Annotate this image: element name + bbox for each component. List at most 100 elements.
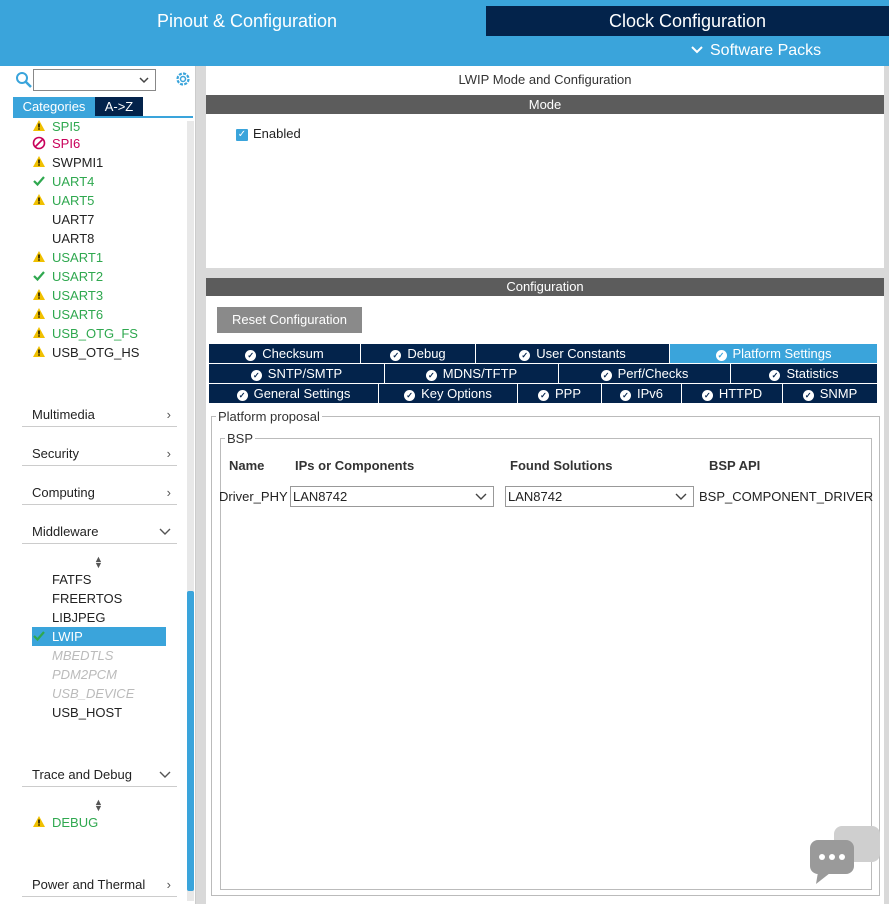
check-circle-icon: ✓ (425, 370, 437, 381)
tab-categories[interactable]: Categories (13, 97, 95, 117)
tab-debug[interactable]: ✓ Debug (361, 344, 476, 363)
chevron-right-icon: › (166, 485, 171, 500)
category-middleware[interactable]: Middleware (22, 520, 177, 544)
panel-edge (884, 66, 889, 904)
configuration-panel: Configuration Reset Configuration ✓ Check… (206, 278, 884, 904)
list-item-label: USB_OTG_HS (52, 345, 140, 360)
category-label: Trace and Debug (32, 767, 132, 782)
list-item-label: UART4 (52, 174, 95, 189)
tab-label: SNTP/SMTP (267, 366, 343, 381)
list-item-selected[interactable]: LWIP (32, 627, 166, 646)
reset-configuration-button[interactable]: Reset Configuration (217, 307, 362, 333)
tab-ppp[interactable]: ✓ PPP (518, 384, 602, 403)
category-trace-and-debug[interactable]: Trace and Debug (22, 763, 177, 787)
list-item-label: LIBJPEG (52, 610, 106, 625)
panel-splitter[interactable] (196, 66, 206, 904)
check-circle-icon: ✓ (802, 390, 814, 401)
check-circle-icon: ✓ (519, 350, 531, 361)
tab-key-options[interactable]: ✓ Key Options (379, 384, 518, 403)
enabled-checkbox[interactable]: ✓ (236, 129, 248, 141)
list-item-label: MBEDTLS (52, 648, 114, 663)
category-label: Multimedia (32, 407, 95, 422)
scrollbar-thumb[interactable] (187, 591, 194, 891)
tab-label: Debug (407, 346, 446, 361)
check-circle-icon: ✓ (619, 390, 631, 401)
chevron-right-icon: › (166, 877, 171, 892)
tab-checksum[interactable]: ✓ Checksum (209, 344, 361, 363)
list-item-label: PDM2PCM (52, 667, 118, 682)
tab-label: Perf/Checks (617, 366, 689, 381)
tab-a-z[interactable]: A->Z (95, 97, 143, 117)
list-item-label: USART3 (52, 288, 104, 303)
tab-label: IPv6 (636, 386, 663, 401)
section-splitter[interactable] (206, 268, 889, 278)
chevron-right-icon: › (166, 446, 171, 461)
categories-panel: Categories A->Z SPI5 SPI6 SWPMI1 UART4 U… (10, 66, 196, 904)
search-input[interactable] (33, 69, 156, 91)
enabled-label[interactable]: Enabled (253, 126, 301, 141)
list-item-label: UART8 (52, 231, 95, 246)
tab-label: Key Options (421, 386, 492, 401)
tab-sntp-smtp[interactable]: ✓ SNTP/SMTP (209, 364, 385, 383)
bsp-legend: BSP (225, 431, 256, 446)
category-label: Power and Thermal (32, 877, 146, 892)
category-label: Middleware (32, 524, 99, 539)
list-item-label: SPI6 (52, 136, 81, 151)
chevron-down-icon[interactable] (138, 72, 150, 88)
mode-panel: LWIP Mode and Configuration Mode ✓ Enabl… (206, 68, 884, 268)
tab-label: HTTPD (718, 386, 763, 401)
software-packs-menu[interactable]: Software Packs (690, 40, 821, 62)
tab-mdns-tftp[interactable]: ✓ MDNS/TFTP (385, 364, 559, 383)
category-label: Security (32, 446, 79, 461)
tab-general-settings[interactable]: ✓ General Settings (209, 384, 379, 403)
tab-ipv6[interactable]: ✓ IPv6 (602, 384, 682, 403)
tab-label: MDNS/TFTP (442, 366, 518, 381)
tab-statistics[interactable]: ✓ Statistics (731, 364, 878, 383)
sort-icon[interactable]: ▲ ▼ (94, 798, 103, 813)
warning-icon (33, 194, 45, 205)
tab-clock-configuration[interactable]: Clock Configuration (486, 6, 889, 36)
select-value: LAN8742 (293, 489, 348, 504)
ips-components-select[interactable]: LAN8742 (290, 486, 494, 507)
list-item-label: USB_DEVICE (52, 686, 135, 701)
column-header-name: Name (229, 458, 265, 473)
warning-icon (33, 327, 45, 338)
warning-icon (33, 816, 45, 827)
column-header-solutions: Found Solutions (510, 458, 613, 473)
check-icon (33, 271, 45, 282)
warning-icon (33, 251, 45, 262)
select-value: LAN8742 (508, 489, 563, 504)
tab-pinout-configuration[interactable]: Pinout & Configuration (10, 6, 484, 36)
list-item-label: FREERTOS (52, 591, 123, 606)
category-multimedia[interactable]: Multimedia › (22, 403, 177, 427)
check-circle-icon: ✓ (390, 350, 402, 361)
tab-platform-settings[interactable]: ✓ Platform Settings (670, 344, 878, 363)
warning-icon (33, 308, 45, 319)
list-item-label: UART7 (52, 212, 95, 227)
category-security[interactable]: Security › (22, 442, 177, 466)
top-bar: Pinout & Configuration Clock Configurati… (0, 0, 889, 66)
tab-user-constants[interactable]: ✓ User Constants (476, 344, 670, 363)
found-solutions-select[interactable]: LAN8742 (505, 486, 694, 507)
gear-icon[interactable] (174, 70, 192, 88)
list-item-label: DEBUG (52, 815, 99, 830)
list-item-label: SWPMI1 (52, 155, 104, 170)
check-circle-icon: ✓ (236, 390, 248, 401)
category-computing[interactable]: Computing › (22, 481, 177, 505)
search-icon[interactable] (15, 71, 33, 89)
sort-icon[interactable]: ▲ ▼ (94, 555, 103, 570)
list-item-label: FATFS (52, 572, 92, 587)
tab-httpd[interactable]: ✓ HTTPD (682, 384, 783, 403)
check-circle-icon: ✓ (600, 370, 612, 381)
tab-label: Platform Settings (732, 346, 832, 361)
column-header-bsp-api: BSP API (709, 458, 761, 473)
warning-icon (33, 156, 45, 167)
mode-panel-title: LWIP Mode and Configuration (458, 72, 632, 87)
mode-section-header: Mode (206, 95, 884, 114)
category-power-and-thermal[interactable]: Power and Thermal › (22, 873, 177, 897)
tab-snmp[interactable]: ✓ SNMP (783, 384, 878, 403)
chevron-down-icon (675, 493, 687, 500)
check-circle-icon: ✓ (404, 390, 416, 401)
list-item-label: UART5 (52, 193, 95, 208)
tab-perf-checks[interactable]: ✓ Perf/Checks (559, 364, 731, 383)
